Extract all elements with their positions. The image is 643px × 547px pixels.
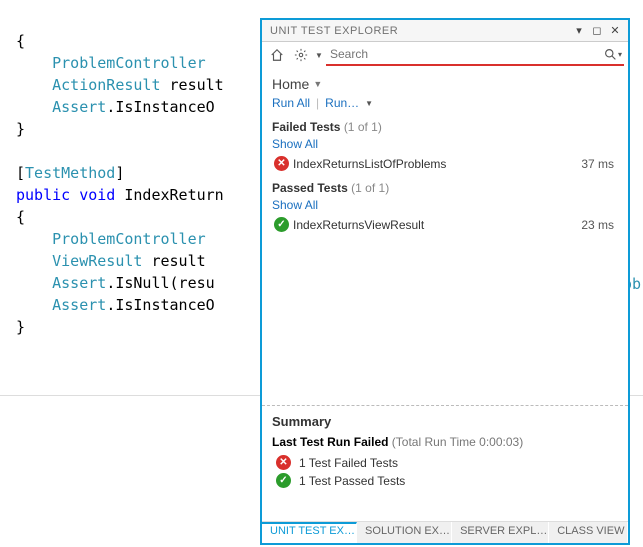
tab-server-explorer[interactable]: SERVER EXPL… (452, 522, 549, 543)
passed-tests-header: Passed Tests (1 of 1) (272, 181, 618, 195)
failed-tests-header: Failed Tests (1 of 1) (272, 120, 618, 134)
tab-solution-explorer[interactable]: SOLUTION EX… (357, 522, 452, 543)
show-all-failed-link[interactable]: Show All (272, 137, 318, 151)
test-name: IndexReturnsListOfProblems (289, 157, 581, 171)
chevron-down-icon[interactable]: ▼ (365, 99, 373, 108)
window-restore-icon[interactable]: ◻ (588, 22, 606, 40)
summary-passed-row: ✓ 1 Test Passed Tests (272, 473, 618, 488)
summary-failed-row: ✕ 1 Test Failed Tests (272, 455, 618, 470)
search-icon[interactable]: ▾ (602, 48, 624, 61)
unit-test-explorer-panel: UNIT TEST EXPLORER ▾ ◻ ✕ ▼ ▾ Home ▼ Run … (260, 18, 630, 545)
run-links: Run All | Run… ▼ (272, 96, 618, 110)
home-icon[interactable] (266, 44, 288, 66)
bottom-tabs: UNIT TEST EX… SOLUTION EX… SERVER EXPL… … (262, 521, 628, 543)
summary-heading: Summary (272, 414, 618, 429)
summary-section: Summary Last Test Run Failed (Total Run … (262, 405, 628, 499)
chevron-down-icon[interactable]: ▼ (314, 44, 324, 66)
run-all-link[interactable]: Run All (272, 96, 310, 110)
test-duration: 23 ms (581, 218, 614, 232)
run-link[interactable]: Run… (325, 96, 359, 110)
pass-icon: ✓ (274, 217, 289, 232)
panel-title: UNIT TEST EXPLORER (266, 25, 570, 37)
failed-test-row[interactable]: ✕ IndexReturnsListOfProblems 37 ms (272, 154, 618, 173)
fail-icon: ✕ (276, 455, 291, 470)
search-box[interactable]: ▾ (326, 44, 624, 66)
passed-test-row[interactable]: ✓ IndexReturnsViewResult 23 ms (272, 215, 618, 234)
summary-status: Last Test Run Failed (Total Run Time 0:0… (272, 435, 618, 449)
home-label: Home (272, 76, 309, 92)
chevron-down-icon: ▼ (313, 79, 322, 89)
tab-class-view[interactable]: CLASS VIEW (549, 522, 628, 543)
panel-title-bar: UNIT TEST EXPLORER ▾ ◻ ✕ (262, 20, 628, 42)
gear-icon[interactable] (290, 44, 312, 66)
panel-toolbar: ▼ ▾ (262, 42, 628, 68)
tab-unit-test-explorer[interactable]: UNIT TEST EX… (262, 522, 357, 543)
breadcrumb-home[interactable]: Home ▼ (272, 76, 618, 92)
pass-icon: ✓ (276, 473, 291, 488)
window-menu-icon[interactable]: ▾ (570, 22, 588, 40)
test-duration: 37 ms (581, 157, 614, 171)
panel-content: Home ▼ Run All | Run… ▼ Failed Tests (1 … (262, 68, 628, 521)
search-input[interactable] (326, 47, 602, 61)
fail-icon: ✕ (274, 156, 289, 171)
show-all-passed-link[interactable]: Show All (272, 198, 318, 212)
window-close-icon[interactable]: ✕ (606, 22, 624, 40)
test-name: IndexReturnsViewResult (289, 218, 581, 232)
